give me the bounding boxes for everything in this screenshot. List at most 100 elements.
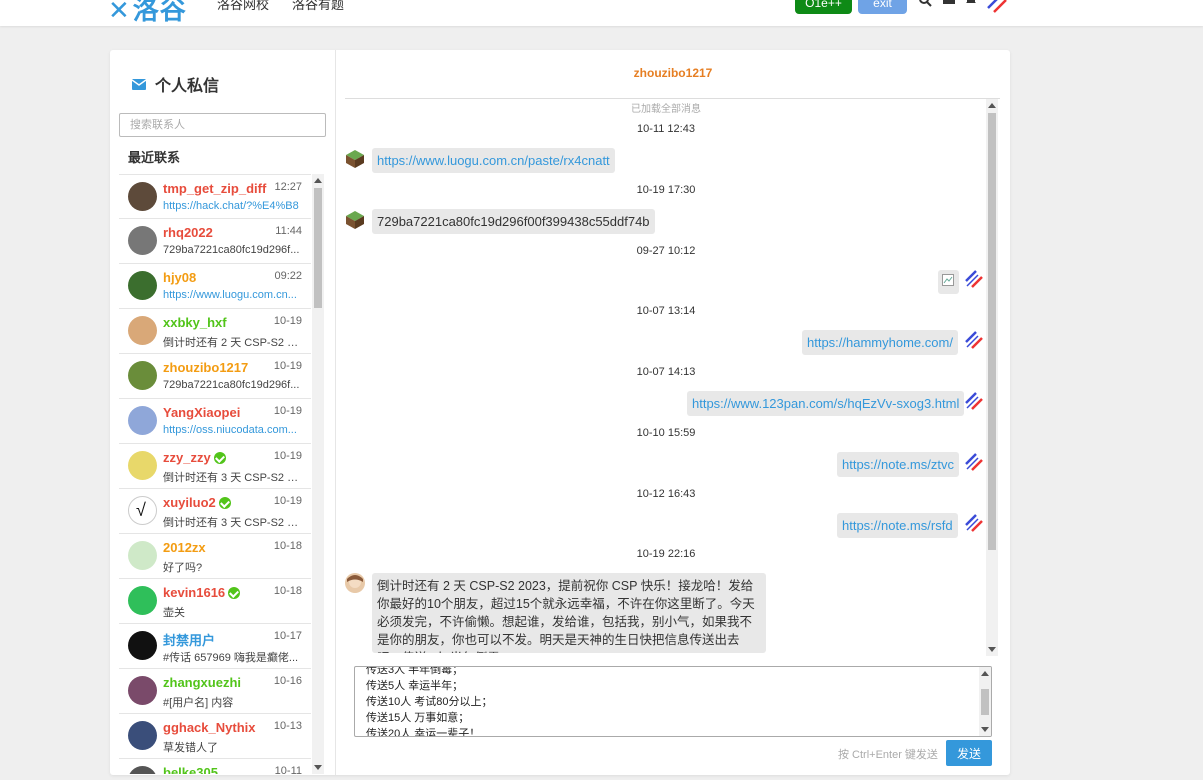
- self-avatar-icon[interactable]: [964, 330, 984, 350]
- partner-avatar-icon[interactable]: [345, 210, 365, 230]
- scroll-up-arrow-icon[interactable]: [981, 671, 989, 676]
- contact-name[interactable]: YangXiaopei: [163, 405, 240, 420]
- composer-scrollbar[interactable]: [979, 667, 991, 736]
- contact-avatar[interactable]: [128, 451, 157, 480]
- scroll-up-arrow-icon[interactable]: [988, 103, 996, 108]
- message-bubble[interactable]: https://www.luogu.com.cn/paste/rx4cnatt: [372, 148, 615, 173]
- contact-avatar[interactable]: [128, 541, 157, 570]
- bell-icon[interactable]: [964, 0, 978, 7]
- message-bubble[interactable]: https://hammyhome.com/: [802, 330, 958, 355]
- recent-contacts-label: 最近联系: [128, 150, 181, 165]
- contact-name[interactable]: 2012zx: [163, 540, 206, 555]
- contact-time: 11:44: [275, 225, 302, 237]
- chat-partner-name[interactable]: zhouzibo1217: [336, 66, 1010, 80]
- contact-item[interactable]: kevin1616 10-18 壶关: [119, 579, 311, 624]
- contact-item[interactable]: 2012zx 10-18 好了吗?: [119, 534, 311, 579]
- image-message[interactable]: [938, 270, 959, 294]
- contact-item[interactable]: belke305 10-11: [119, 759, 311, 774]
- luogu-logo[interactable]: ✕洛谷: [108, 0, 187, 26]
- long-message-bubble: 倒计时还有 2 天 CSP-S2 2023，提前祝你 CSP 快乐！接龙哈！发给…: [372, 573, 766, 653]
- o2-button[interactable]: O1e++: [795, 0, 852, 14]
- self-avatar-icon[interactable]: [964, 452, 984, 472]
- message-timestamp: 10-12 16:43: [636, 488, 696, 500]
- nav-luogu-school[interactable]: 洛谷网校: [217, 0, 269, 13]
- message-list-scrollbar[interactable]: [986, 99, 998, 656]
- self-avatar-icon[interactable]: [964, 269, 984, 289]
- contact-name[interactable]: zhouzibo1217: [163, 360, 248, 375]
- contact-avatar[interactable]: [128, 766, 157, 774]
- contact-name[interactable]: xuyiluo2: [163, 495, 231, 510]
- mail-icon[interactable]: [942, 0, 956, 7]
- composer-text[interactable]: 传送3人 半年倒霉； 传送5人 幸运半年； 传送10人 考试80分以上； 传送1…: [366, 667, 493, 736]
- contact-name-text: zhangxuezhi: [163, 675, 242, 690]
- verified-check-icon: [218, 496, 231, 509]
- contact-list-scrollbar[interactable]: [312, 174, 324, 774]
- contact-avatar[interactable]: [128, 721, 157, 750]
- send-button[interactable]: 发送: [946, 740, 992, 766]
- contact-item[interactable]: tmp_get_zip_diff 12:27 https://hack.chat/?…: [119, 174, 311, 219]
- contact-item[interactable]: hjy08 09:22 https://www.luogu.com.cn...: [119, 264, 311, 309]
- message-composer[interactable]: 传送3人 半年倒霉； 传送5人 幸运半年； 传送10人 考试80分以上； 传送1…: [354, 666, 992, 737]
- contact-avatar[interactable]: [128, 271, 157, 300]
- contact-avatar[interactable]: [128, 631, 157, 660]
- panel-title: 个人私信: [132, 72, 219, 96]
- search-contacts-input[interactable]: [119, 113, 326, 137]
- contact-name-text: gghack_Nythix: [163, 720, 256, 735]
- exit-button[interactable]: exit: [858, 0, 907, 14]
- contact-avatar[interactable]: √: [128, 496, 157, 525]
- contact-name[interactable]: hjy08: [163, 270, 196, 285]
- message-timestamp: 10-19 17:30: [636, 184, 696, 196]
- user-avatar-icon[interactable]: [986, 0, 1010, 14]
- contact-avatar[interactable]: [128, 182, 157, 211]
- search-icon[interactable]: [918, 0, 932, 7]
- contact-item[interactable]: √ xuyiluo2 10-19 倒计时还有 3 天 CSP-S2 20...: [119, 489, 311, 534]
- scroll-down-arrow-icon[interactable]: [314, 765, 322, 770]
- contact-name[interactable]: rhq2022: [163, 225, 213, 240]
- nav-luogu-problems[interactable]: 洛谷有题: [292, 0, 344, 13]
- contact-item[interactable]: zzy_zzy 10-19 倒计时还有 3 天 CSP-S2 20...: [119, 444, 311, 489]
- message-bubble[interactable]: https://www.123pan.com/s/hqEzVv-sxog3.ht…: [687, 391, 965, 416]
- contact-name-text: 封禁用户: [163, 633, 216, 648]
- contact-time: 10-18: [273, 585, 302, 597]
- contact-name[interactable]: gghack_Nythix: [163, 720, 255, 735]
- contact-avatar[interactable]: [128, 406, 157, 435]
- contact-name[interactable]: zhangxuezhi: [163, 675, 241, 690]
- contact-item[interactable]: rhq2022 11:44 729ba7221ca80fc19d296f...: [119, 219, 311, 264]
- contact-name[interactable]: tmp_get_zip_diff: [163, 181, 266, 196]
- contact-item[interactable]: zhangxuezhi 10-16 #[用户名] 内容: [119, 669, 311, 714]
- scroll-up-arrow-icon[interactable]: [314, 178, 322, 183]
- contact-avatar[interactable]: [128, 676, 157, 705]
- contact-item[interactable]: zhouzibo1217 10-19 729ba7221ca80fc19d296f.…: [119, 354, 311, 399]
- contact-last-message: 729ba7221ca80fc19d296f...: [163, 379, 300, 391]
- scrollbar-thumb[interactable]: [981, 689, 989, 715]
- contact-item[interactable]: YangXiaopei 10-19 https://oss.niucodata.co…: [119, 399, 311, 444]
- partner-avatar-icon[interactable]: [345, 149, 365, 169]
- message-list: 已加载全部消息 10-11 12:43 https://www.luogu.co…: [336, 99, 1000, 656]
- contact-avatar[interactable]: [128, 361, 157, 390]
- scroll-down-arrow-icon[interactable]: [988, 647, 996, 652]
- contact-name-text: hjy08: [163, 270, 197, 285]
- contact-name[interactable]: 封禁用户: [163, 630, 215, 649]
- contact-item[interactable]: 封禁用户 10-17 #传话 657969 嗨我是癫佬...: [119, 624, 311, 669]
- scrollbar-thumb[interactable]: [314, 188, 322, 308]
- self-avatar-icon[interactable]: [964, 391, 984, 411]
- contact-avatar[interactable]: [128, 316, 157, 345]
- contact-item[interactable]: xxbky_hxf 10-19 倒计时还有 2 天 CSP-S2 20...: [119, 309, 311, 354]
- contact-name[interactable]: xxbky_hxf: [163, 315, 227, 330]
- message-bubble: 729ba7221ca80fc19d296f00f399438c55ddf74b: [372, 209, 655, 234]
- contact-avatar[interactable]: [128, 226, 157, 255]
- scrollbar-thumb[interactable]: [988, 113, 996, 550]
- contact-avatar[interactable]: [128, 586, 157, 615]
- scroll-down-arrow-icon[interactable]: [981, 727, 989, 732]
- message-bubble[interactable]: https://note.ms/ztvc: [837, 452, 959, 477]
- contact-time: 10-19: [273, 450, 302, 462]
- contact-item[interactable]: gghack_Nythix 10-13 草发错人了: [119, 714, 311, 759]
- self-avatar-icon[interactable]: [964, 513, 984, 533]
- contact-name[interactable]: belke305: [163, 765, 218, 774]
- contact-name-text: tmp_get_zip_diff: [163, 181, 267, 196]
- message-bubble[interactable]: https://note.ms/rsfd: [837, 513, 958, 538]
- contact-name[interactable]: kevin1616: [163, 585, 241, 600]
- message-timestamp: 09-27 10:12: [636, 245, 696, 257]
- contact-name[interactable]: zzy_zzy: [163, 450, 226, 465]
- partner-avatar-icon[interactable]: [345, 573, 365, 593]
